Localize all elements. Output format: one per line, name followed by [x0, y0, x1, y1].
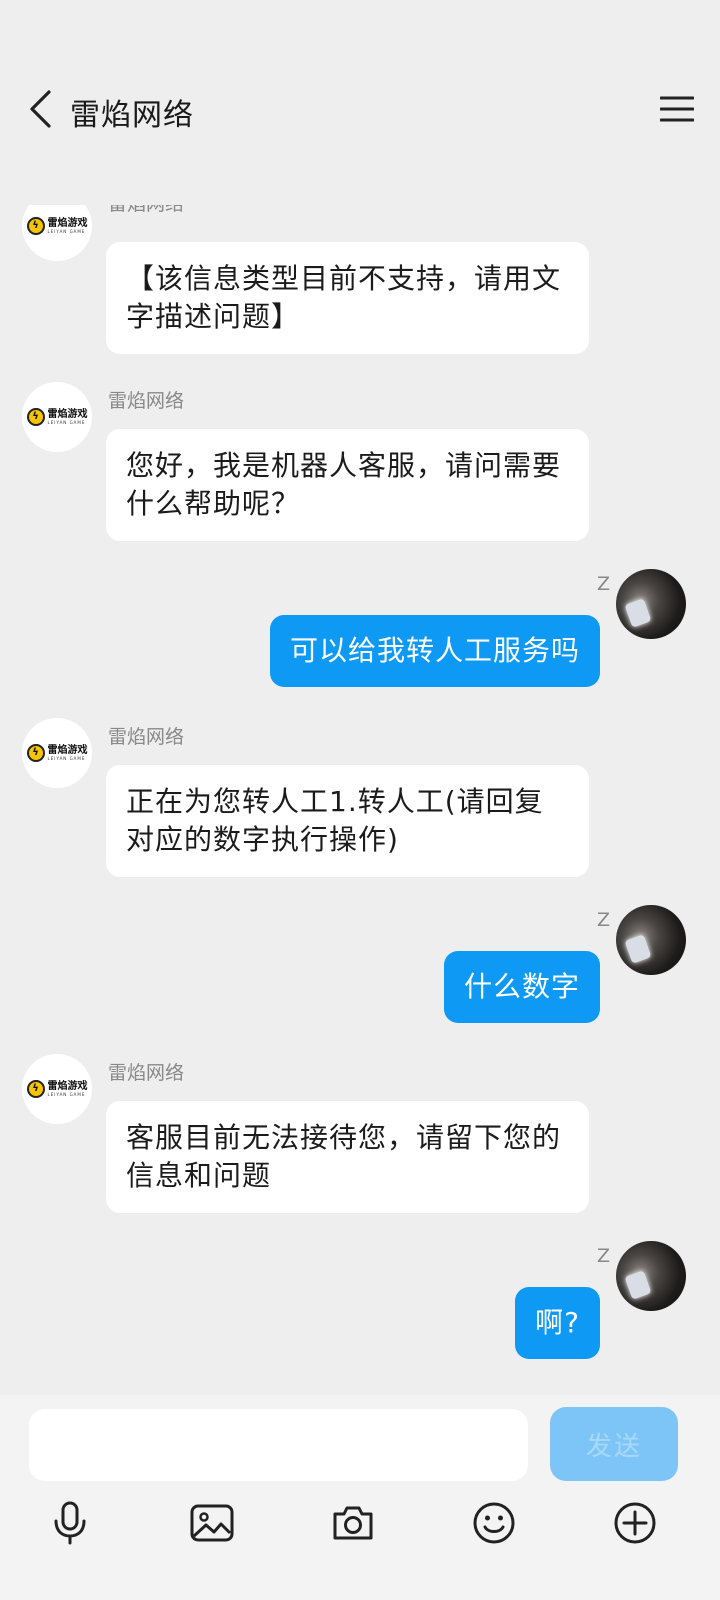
sender-name: 雷焰网络 [108, 726, 185, 748]
leiyan-logo-icon: ϟ 雷焰游戏 LEIYAN GAME [26, 744, 88, 762]
leiyan-logo-icon: ϟ 雷焰游戏 LEIYAN GAME [26, 1080, 88, 1098]
user-message-bubble[interactable]: 什么数字 [443, 951, 600, 1023]
image-button[interactable] [184, 1495, 240, 1551]
logo-text: 雷焰游戏 [47, 1081, 88, 1092]
bot-message-bubble[interactable]: 客服目前无法接待您，请留下您的信息和问题 [106, 1101, 589, 1213]
chat-message-list[interactable]: ϟ 雷焰游戏 LEIYAN GAME 雷焰网络 【该信息类型目前不支持，请用文字… [0, 205, 720, 1425]
user-avatar[interactable] [616, 569, 686, 639]
page-title: 雷焰网络 [70, 98, 194, 133]
phone-screen-glow [624, 1270, 652, 1300]
lightning-badge-icon: ϟ [26, 217, 45, 235]
status-bar-area [0, 0, 720, 60]
bot-message-bubble[interactable]: 您好，我是机器人客服，请问需要什么帮助呢？ [106, 429, 589, 541]
leiyan-logo-icon: ϟ 雷焰游戏 LEIYAN GAME [26, 408, 88, 426]
user-avatar[interactable] [616, 905, 686, 975]
logo-text: 雷焰游戏 [47, 745, 88, 756]
microphone-icon [54, 1501, 86, 1545]
user-message-bubble[interactable]: 可以给我转人工服务吗 [269, 615, 600, 687]
lightning-badge-icon: ϟ [26, 1080, 45, 1098]
voice-button[interactable] [42, 1495, 98, 1551]
message-item: ϟ 雷焰游戏 LEIYAN GAME 雷焰网络 【该信息类型目前不支持，请用文字… [0, 205, 720, 355]
message-item: Z 什么数字 [0, 905, 720, 1035]
camera-button[interactable] [325, 1495, 381, 1551]
image-icon [190, 1504, 234, 1542]
logo-text: 雷焰游戏 [47, 218, 88, 229]
logo-subtext: LEIYAN GAME [47, 229, 86, 234]
logo-text: 雷焰游戏 [47, 409, 88, 420]
logo-subtext: LEIYAN GAME [47, 420, 86, 425]
menu-button[interactable] [656, 88, 698, 130]
user-message-bubble[interactable]: 啊? [515, 1287, 600, 1359]
user-avatar[interactable] [616, 1241, 686, 1311]
chevron-left-icon [30, 90, 51, 128]
message-item: ϟ 雷焰游戏 LEIYAN GAME 雷焰网络 您好，我是机器人客服，请问需要什… [0, 382, 720, 542]
logo-subtext: LEIYAN GAME [47, 1092, 86, 1097]
bot-avatar[interactable]: ϟ 雷焰游戏 LEIYAN GAME [22, 718, 92, 788]
bot-avatar[interactable]: ϟ 雷焰游戏 LEIYAN GAME [22, 1054, 92, 1124]
lightning-badge-icon: ϟ [26, 744, 45, 762]
bot-message-bubble[interactable]: 【该信息类型目前不支持，请用文字描述问题】 [106, 242, 589, 354]
phone-screen-glow [624, 934, 652, 964]
sender-name: Z [596, 573, 610, 595]
composer-toolbar [0, 1495, 720, 1555]
message-item: Z 啊? [0, 1241, 720, 1371]
message-item: Z 可以给我转人工服务吗 [0, 569, 720, 699]
leiyan-logo-icon: ϟ 雷焰游戏 LEIYAN GAME [26, 217, 88, 235]
message-input[interactable] [29, 1409, 528, 1481]
message-item: ϟ 雷焰游戏 LEIYAN GAME 雷焰网络 正在为您转人工1.转人工(请回复… [0, 718, 720, 878]
camera-icon [333, 1506, 373, 1540]
phone-screen-glow [624, 598, 652, 628]
back-button[interactable] [18, 84, 62, 134]
sender-name: 雷焰网络 [108, 1062, 185, 1084]
composer-bar: 发送 [0, 1395, 720, 1600]
logo-subtext: LEIYAN GAME [47, 756, 86, 761]
sender-name: 雷焰网络 [108, 390, 185, 412]
sender-name: 雷焰网络 [108, 205, 184, 216]
more-options-button[interactable] [607, 1495, 663, 1551]
send-button[interactable]: 发送 [550, 1407, 678, 1481]
bot-message-bubble[interactable]: 正在为您转人工1.转人工(请回复对应的数字执行操作) [106, 765, 589, 877]
bot-avatar[interactable]: ϟ 雷焰游戏 LEIYAN GAME [22, 205, 92, 261]
message-item: ϟ 雷焰游戏 LEIYAN GAME 雷焰网络 客服目前无法接待您，请留下您的信… [0, 1054, 720, 1214]
sender-name: Z [596, 909, 610, 931]
bot-avatar[interactable]: ϟ 雷焰游戏 LEIYAN GAME [22, 382, 92, 452]
plus-circle-icon [614, 1502, 656, 1544]
sender-name: Z [596, 1245, 610, 1267]
top-navigation-bar: 雷焰网络 [0, 70, 720, 150]
emoji-button[interactable] [466, 1495, 522, 1551]
lightning-badge-icon: ϟ [26, 408, 45, 426]
smiley-face-icon [473, 1502, 515, 1544]
hamburger-menu-icon [660, 96, 694, 122]
